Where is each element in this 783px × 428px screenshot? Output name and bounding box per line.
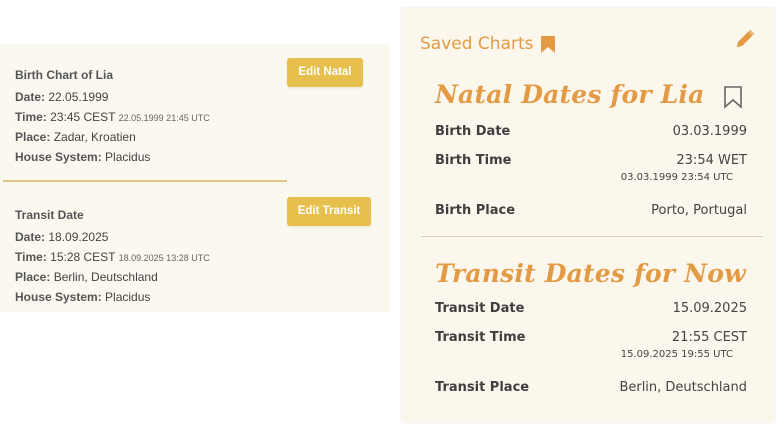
transit-place-label-right: Transit Place — [435, 380, 530, 395]
birth-time-value: 23:54 WET — [676, 153, 747, 168]
natal-place-label: Place: — [15, 130, 51, 144]
transit-house-label: House System: — [15, 289, 102, 304]
transit-date-row-right: Transit Date 15.09.2025 — [435, 301, 747, 316]
transit-date-label: Date: — [15, 230, 46, 244]
birth-date-label: Birth Date — [435, 124, 511, 139]
saved-charts-title: Saved Charts — [420, 34, 534, 54]
transit-date-value: 18.09.2025 — [48, 230, 109, 244]
transit-time-row: Time: 15:28 CEST 18.09.2025 13:28 UTC — [15, 248, 210, 269]
birth-time-label: Birth Time — [435, 153, 512, 168]
transit-dates-title: Transit Dates for Now — [435, 259, 746, 288]
saved-charts-panel: Saved Charts Natal Dates for Lia Birth D… — [402, 8, 774, 422]
section-divider — [421, 236, 763, 237]
transit-time-utc: 18.09.2025 13:28 UTC — [118, 252, 210, 263]
transit-date-label-right: Transit Date — [435, 301, 525, 316]
birth-place-label: Birth Place — [435, 203, 516, 218]
natal-dates-title: Natal Dates for Lia — [435, 80, 705, 109]
natal-time-label: Time: — [15, 109, 47, 124]
edit-natal-button[interactable]: Edit Natal — [287, 58, 363, 87]
transit-place-label: Place: — [15, 270, 51, 284]
birth-date-value: 03.03.1999 — [672, 124, 747, 139]
natal-time-row: Time: 23:45 CEST 22.05.1999 21:45 UTC — [15, 108, 210, 129]
pencil-icon[interactable] — [734, 28, 756, 50]
natal-house-label: House System: — [15, 149, 102, 164]
birth-time-row: Birth Time 23:54 WET 03.03.1999 23:54 UT… — [435, 153, 747, 183]
transit-date-row: Date: 18.09.2025 — [15, 228, 210, 248]
natal-place-row: Place: Zadar, Kroatien — [15, 128, 210, 148]
bookmark-icon[interactable] — [540, 35, 556, 54]
natal-chart-info: Birth Chart of Lia Date: 22.05.1999 Time… — [15, 68, 210, 167]
transit-place-value-right: Berlin, Deutschland — [619, 380, 747, 395]
transit-time-value-right: 21:55 CEST — [671, 330, 747, 345]
natal-date-row: Date: 22.05.1999 — [15, 88, 210, 108]
transit-house-row: House System: Placidus — [15, 288, 210, 308]
birth-place-value: Porto, Portugal — [651, 203, 747, 218]
natal-chart-title: Birth Chart of Lia — [15, 68, 113, 82]
chart-settings-card: Birth Chart of Lia Date: 22.05.1999 Time… — [0, 44, 390, 312]
birth-date-row: Birth Date 03.03.1999 — [435, 124, 747, 139]
natal-date-value: 22.05.1999 — [48, 90, 109, 104]
natal-time-value: 23:45 CEST — [50, 109, 116, 124]
birth-place-row: Birth Place Porto, Portugal — [435, 203, 747, 218]
bookmark-outline-icon[interactable] — [723, 85, 743, 109]
transit-chart-title: Transit Date — [15, 208, 84, 222]
natal-house-row: House System: Placidus — [15, 148, 210, 168]
natal-date-label: Date: — [15, 90, 46, 104]
transit-place-row: Place: Berlin, Deutschland — [15, 268, 210, 288]
transit-place-value: Berlin, Deutschland — [53, 270, 158, 284]
transit-place-row-right: Transit Place Berlin, Deutschland — [435, 380, 747, 395]
natal-house-value: Placidus — [105, 149, 151, 164]
transit-house-value: Placidus — [105, 289, 151, 304]
transit-time-value: 15:28 CEST — [50, 249, 116, 264]
natal-place-value: Zadar, Kroatien — [53, 130, 136, 144]
transit-date-value-right: 15.09.2025 — [672, 301, 747, 316]
edit-transit-button[interactable]: Edit Transit — [287, 197, 371, 226]
transit-chart-info: Transit Date Date: 18.09.2025 Time: 15:2… — [15, 208, 210, 307]
divider — [3, 180, 287, 182]
transit-time-row-right: Transit Time 21:55 CEST 15.09.2025 19:55… — [435, 330, 747, 360]
natal-time-utc: 22.05.1999 21:45 UTC — [118, 112, 210, 123]
transit-time-label-right: Transit Time — [435, 330, 526, 345]
transit-time-utc-right: 15.09.2025 19:55 UTC — [620, 349, 733, 360]
transit-time-label: Time: — [15, 249, 47, 264]
birth-time-utc: 03.03.1999 23:54 UTC — [620, 172, 733, 183]
saved-charts-header: Saved Charts — [420, 34, 556, 54]
